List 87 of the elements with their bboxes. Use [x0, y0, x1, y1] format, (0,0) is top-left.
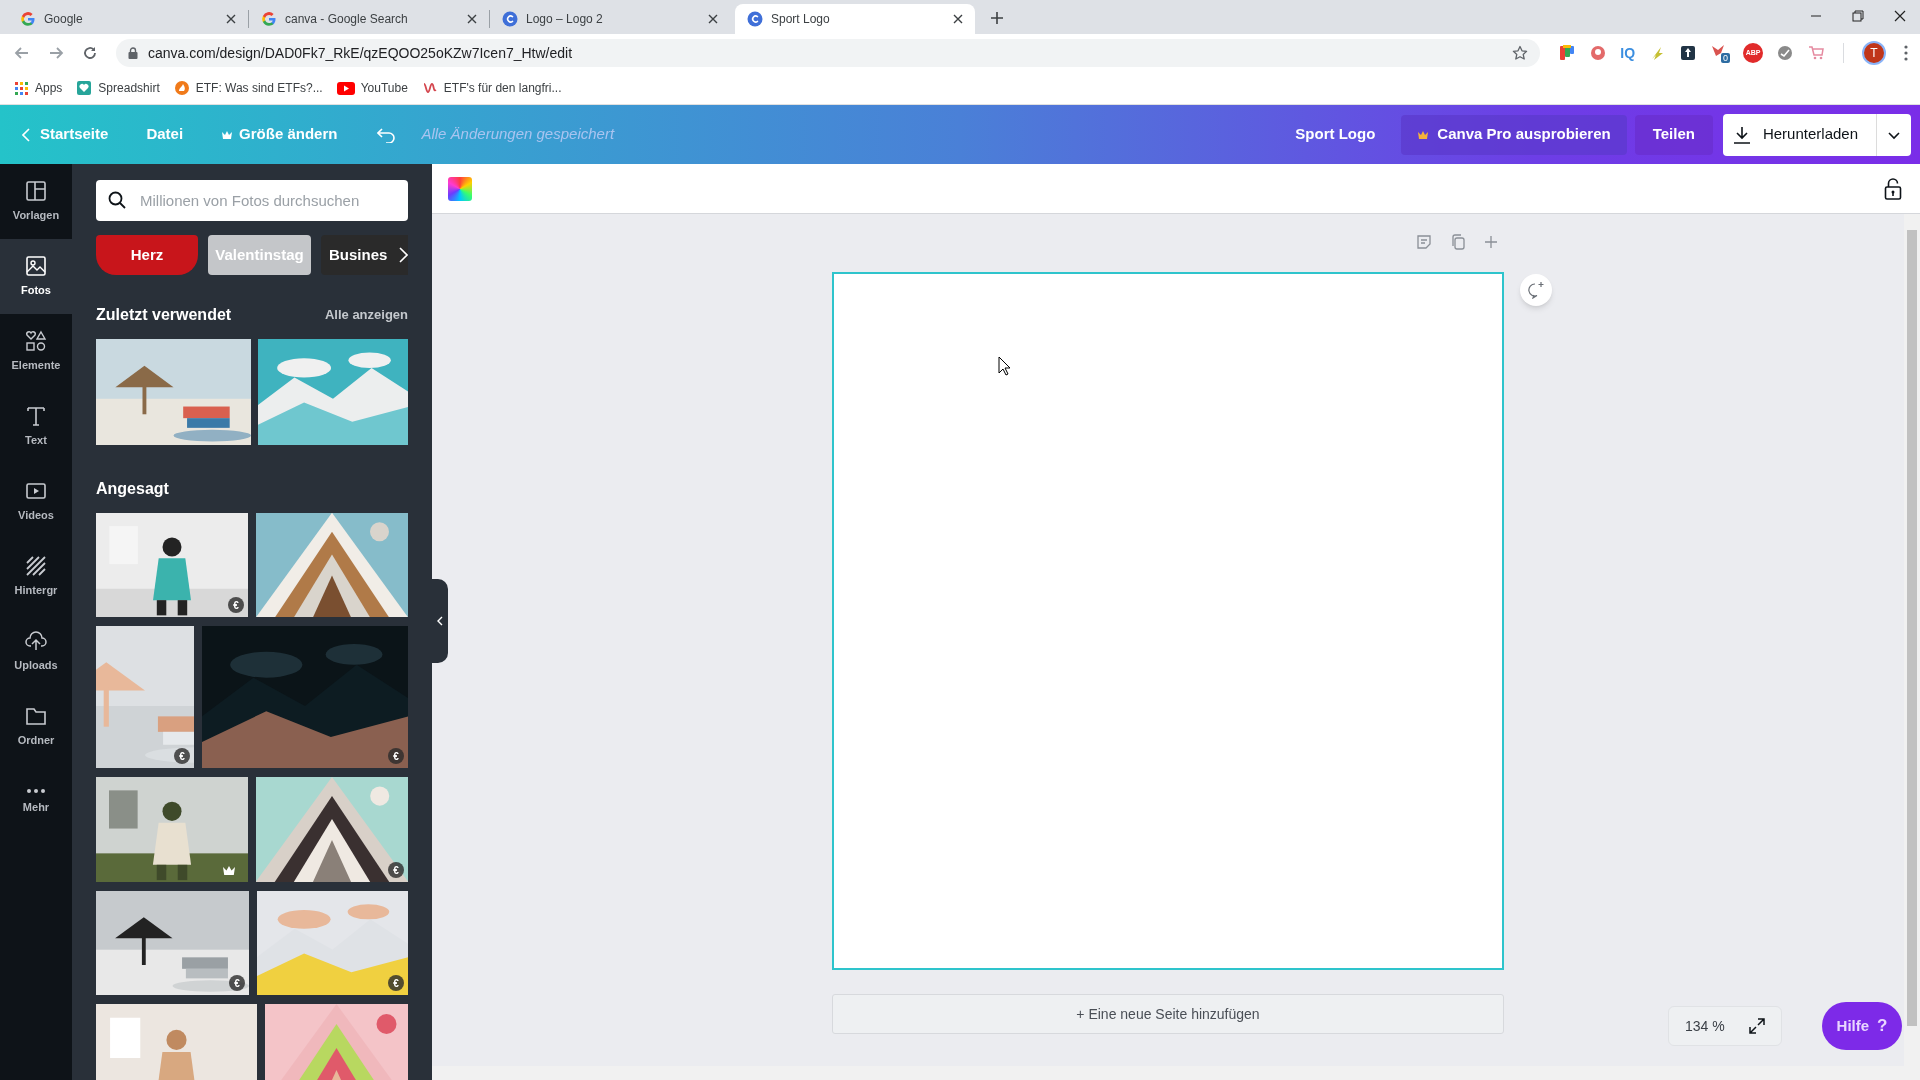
bookmark[interactable]: ETF's für den langfri...: [421, 79, 562, 97]
crown-icon: [221, 129, 234, 140]
bookmark[interactable]: YouTube: [336, 79, 408, 97]
sidebar-tab[interactable]: Videos: [0, 464, 72, 539]
add-page-button[interactable]: + Eine neue Seite hinzufügen: [832, 994, 1504, 1034]
bookmark[interactable]: ETF: Was sind ETFs?...: [173, 79, 323, 97]
bookmark[interactable]: Apps: [14, 79, 63, 97]
address-bar[interactable]: canva.com/design/DAD0Fk7_RkE/qzEQOO25oKZw7Icen7_Htw/edit: [116, 39, 1541, 67]
sidebar-tab[interactable]: Elemente: [0, 314, 72, 389]
help-button[interactable]: Hilfe ?: [1822, 1002, 1902, 1050]
photos-icon: [25, 254, 47, 277]
tab-title: Logo – Logo 2: [526, 11, 604, 28]
tab-title: Sport Logo: [771, 11, 831, 28]
close-icon[interactable]: [1894, 10, 1906, 22]
add-comment-button[interactable]: [1520, 274, 1552, 306]
restore-icon[interactable]: [1852, 10, 1864, 22]
browser-tab[interactable]: Sport Logo: [735, 4, 975, 34]
crown-icon: [1417, 129, 1430, 140]
fullscreen-icon[interactable]: [1749, 1018, 1765, 1034]
chevron-left-icon: [22, 127, 30, 142]
templates-icon: [25, 179, 47, 202]
close-icon[interactable]: [708, 14, 718, 24]
play-icon: [336, 81, 355, 95]
undo-icon[interactable]: [377, 126, 398, 143]
search-icon: [108, 191, 126, 209]
more-icon: [25, 787, 47, 794]
star-icon[interactable]: [1512, 45, 1529, 61]
tab-title: Google: [44, 11, 84, 28]
sidebar-tab[interactable]: Uploads: [0, 614, 72, 689]
zoom-level[interactable]: 134 %: [1685, 1015, 1725, 1037]
section-title: Angesagt: [96, 479, 170, 499]
sidebar-tab[interactable]: Text: [0, 389, 72, 464]
search-field[interactable]: Millionen von Fotos durchsuchen: [96, 180, 408, 221]
reload-icon[interactable]: [82, 45, 98, 61]
download-icon: [1732, 125, 1751, 144]
browser-tab[interactable]: canva - Google Search: [249, 4, 489, 34]
copy-icon[interactable]: [1450, 234, 1466, 250]
text-icon: [25, 404, 47, 427]
cursor-icon: [998, 356, 1012, 376]
category-chip[interactable]: Herz: [96, 235, 198, 275]
google-icon: [20, 11, 36, 27]
background-icon: [25, 554, 47, 577]
chevron-left-icon: [437, 616, 443, 626]
cart-icon[interactable]: [1807, 44, 1826, 62]
sidebar-tab[interactable]: Fotos: [0, 239, 72, 314]
section-title: Zuletzt verwendet: [96, 305, 232, 325]
tab-title: canva - Google Search: [285, 11, 409, 28]
menu-icon[interactable]: [1904, 45, 1908, 61]
sidebar-tab[interactable]: Hintergr: [0, 539, 72, 614]
chevron-right-icon[interactable]: [398, 247, 408, 263]
scrollbar-thumb[interactable]: [1907, 230, 1917, 1026]
bookmark[interactable]: Spreadshirt: [76, 79, 160, 97]
apps-icon: [14, 80, 29, 96]
canva-icon: [747, 11, 763, 27]
sidebar-tab[interactable]: Ordner: [0, 689, 72, 764]
plus-icon[interactable]: [1484, 235, 1498, 249]
see-all-link[interactable]: Alle anzeigen: [324, 305, 408, 325]
close-icon[interactable]: [226, 14, 236, 24]
category-chip[interactable]: Busines: [321, 235, 408, 275]
color-picker[interactable]: [448, 176, 472, 201]
horizontal-scrollbar[interactable]: [432, 1066, 1920, 1080]
collapse-handle[interactable]: [432, 579, 448, 663]
try-pro-button[interactable]: Canva Pro ausprobieren: [1401, 114, 1627, 155]
sidebar-tab[interactable]: Mehr: [0, 764, 72, 839]
canva-icon: [502, 11, 518, 27]
browser-tab[interactable]: Logo – Logo 2: [490, 4, 730, 34]
browser-tab[interactable]: Google: [8, 4, 248, 34]
extension-icon[interactable]: [1679, 44, 1698, 62]
sidebar-tab[interactable]: Vorlagen: [0, 164, 72, 239]
lock-icon: [128, 47, 138, 59]
share-button[interactable]: Teilen: [1634, 114, 1713, 155]
profile-avatar[interactable]: T: [1862, 41, 1886, 65]
design-title[interactable]: Sport Logo: [1295, 123, 1376, 146]
comment-icon: [1527, 281, 1545, 299]
close-icon[interactable]: [953, 14, 963, 24]
flame-icon: [173, 80, 190, 96]
save-status: Alle Änderungen gespeichert: [421, 124, 615, 145]
note-icon[interactable]: [1416, 234, 1432, 250]
new-tab-icon[interactable]: [990, 11, 1004, 25]
uploads-icon: [25, 629, 47, 652]
google-icon: [261, 11, 277, 27]
elements-icon: [25, 329, 47, 352]
close-icon[interactable]: [467, 14, 477, 24]
back-icon[interactable]: [14, 45, 30, 61]
script-icon: [421, 80, 438, 96]
lock-icon[interactable]: [1884, 177, 1902, 200]
forward-icon[interactable]: [48, 45, 64, 61]
